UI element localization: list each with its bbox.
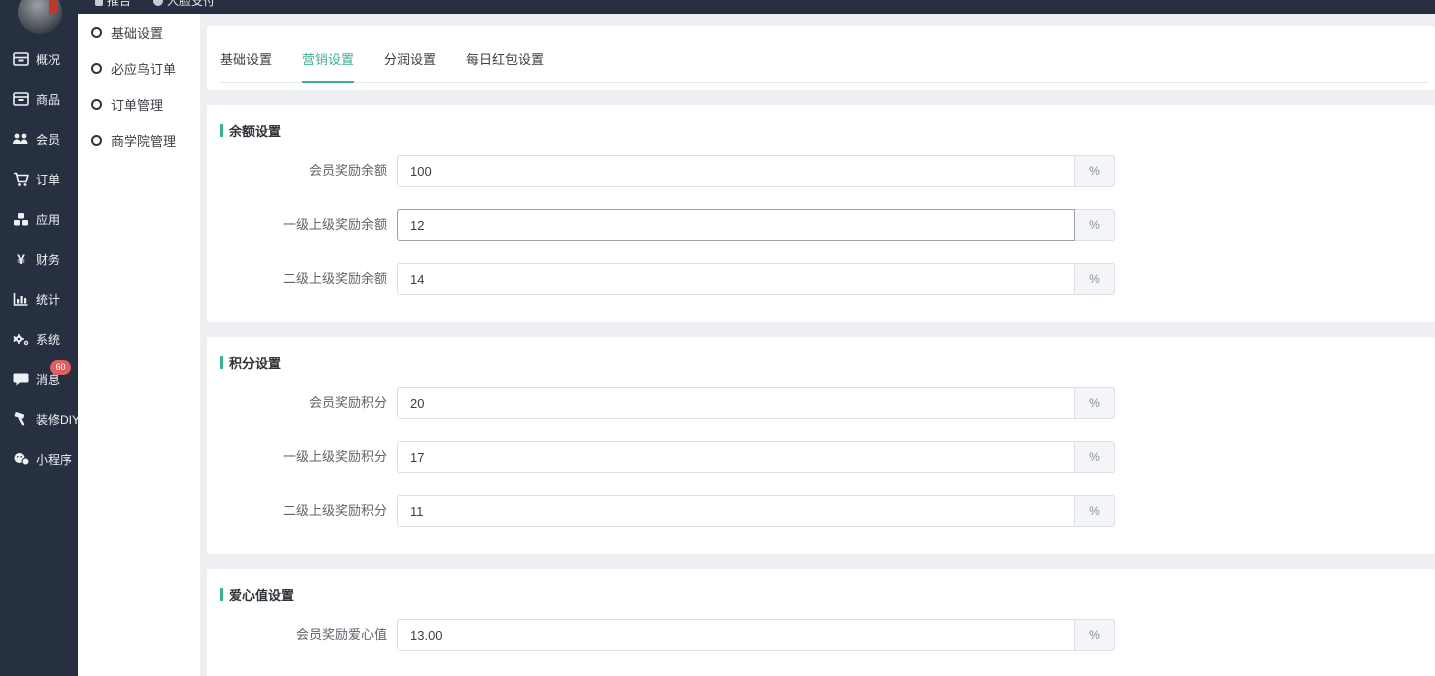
section-balance-settings: 余额设置 会员奖励余额 % 一级上级奖励余额 % 二级上级奖励余额 %: [207, 105, 1435, 322]
tab-marketing-settings[interactable]: 营销设置: [302, 49, 354, 83]
topbar-item-face-pay[interactable]: 人脸支付: [153, 0, 215, 10]
field-label: 二级上级奖励余额: [207, 263, 387, 295]
level2-reward-points-input[interactable]: [397, 495, 1075, 527]
field-label: 二级上级奖励积分: [207, 495, 387, 527]
percent-suffix: %: [1075, 387, 1115, 419]
percent-suffix: %: [1075, 209, 1115, 241]
submenu-item-label: 订单管理: [111, 95, 163, 114]
tabs-card: 基础设置 营销设置 分润设置 每日红包设置: [207, 26, 1435, 90]
members-icon: [12, 131, 30, 147]
circle-icon: [91, 99, 102, 110]
level1-reward-balance-input[interactable]: [397, 209, 1075, 241]
finance-icon: ¥: [12, 251, 30, 267]
sidebar-item-overview[interactable]: 概况: [0, 39, 78, 79]
field-label: 会员奖励爱心值: [207, 619, 387, 651]
user-avatar[interactable]: [18, 0, 62, 34]
orders-icon: [12, 171, 30, 187]
miniprogram-icon: [12, 451, 30, 467]
member-reward-love-input[interactable]: [397, 619, 1075, 651]
percent-suffix: %: [1075, 619, 1115, 651]
topbar-item-label: 人脸支付: [167, 0, 215, 10]
face-pay-icon: [153, 0, 163, 6]
submenu-item-label: 必应鸟订单: [111, 59, 176, 78]
sidebar-item-label: 系统: [36, 331, 60, 348]
submenu-item-bingbird-orders[interactable]: 必应鸟订单: [78, 50, 200, 86]
section-title: 爱心值设置: [229, 585, 294, 604]
circle-icon: [91, 63, 102, 74]
percent-suffix: %: [1075, 495, 1115, 527]
sidebar-item-label: 装修DIY: [36, 411, 80, 428]
pin-icon: [95, 0, 103, 6]
submenu-item-label: 商学院管理: [111, 131, 176, 150]
sidebar-item-orders[interactable]: 订单: [0, 159, 78, 199]
goods-icon: [12, 91, 30, 107]
tab-profit-settings[interactable]: 分润设置: [384, 49, 436, 83]
section-title: 余额设置: [229, 121, 281, 140]
sidebar-item-label: 应用: [36, 211, 60, 228]
topbar: 推台 人脸支付: [0, 0, 1435, 14]
sidebar-item-apps[interactable]: 应用: [0, 199, 78, 239]
submenu-item-basic-settings[interactable]: 基础设置: [78, 14, 200, 50]
section-title: 积分设置: [229, 353, 281, 372]
circle-icon: [91, 135, 102, 146]
overview-icon: [12, 51, 30, 67]
percent-suffix: %: [1075, 441, 1115, 473]
field-label: 一级上级奖励余额: [207, 209, 387, 241]
percent-suffix: %: [1075, 155, 1115, 187]
message-icon: [12, 371, 30, 387]
member-reward-balance-input[interactable]: [397, 155, 1075, 187]
tab-basic-settings[interactable]: 基础设置: [220, 49, 272, 83]
section-accent-bar: [220, 124, 223, 137]
topbar-item-promote[interactable]: 推台: [95, 0, 131, 10]
section-accent-bar: [220, 356, 223, 369]
stats-icon: [12, 291, 30, 307]
sidebar-item-system[interactable]: 系统: [0, 319, 78, 359]
sidebar-item-messages[interactable]: 消息 60: [0, 359, 78, 399]
sidebar-item-miniprogram[interactable]: 小程序: [0, 439, 78, 479]
settings-tabs: 基础设置 营销设置 分润设置 每日红包设置: [220, 26, 1428, 83]
sidebar-item-finance[interactable]: ¥ 财务: [0, 239, 78, 279]
field-label: 一级上级奖励积分: [207, 441, 387, 473]
percent-suffix: %: [1075, 263, 1115, 295]
submenu-item-academy-management[interactable]: 商学院管理: [78, 122, 200, 158]
sidebar-item-label: 统计: [36, 291, 60, 308]
sidebar-item-goods[interactable]: 商品: [0, 79, 78, 119]
topbar-item-label: 推台: [107, 0, 131, 10]
submenu-item-label: 基础设置: [111, 23, 163, 42]
sidebar-item-label: 订单: [36, 171, 60, 188]
section-love-value-settings: 爱心值设置 会员奖励爱心值 %: [207, 569, 1435, 676]
sidebar-item-diy[interactable]: 装修DIY: [0, 399, 78, 439]
sidebar-item-label: 概况: [36, 51, 60, 68]
sidebar-item-members[interactable]: 会员: [0, 119, 78, 159]
sidebar-item-label: 财务: [36, 251, 60, 268]
submenu-item-order-management[interactable]: 订单管理: [78, 86, 200, 122]
circle-icon: [91, 27, 102, 38]
apps-icon: [12, 211, 30, 227]
field-label: 会员奖励积分: [207, 387, 387, 419]
messages-count-badge: 60: [50, 360, 71, 375]
section-accent-bar: [220, 588, 223, 601]
sidebar-item-label: 商品: [36, 91, 60, 108]
sidebar-item-label: 小程序: [36, 451, 72, 468]
member-reward-points-input[interactable]: [397, 387, 1075, 419]
system-icon: [12, 331, 30, 347]
secondary-sidebar: 基础设置 必应鸟订单 订单管理 商学院管理: [78, 14, 200, 676]
level1-reward-points-input[interactable]: [397, 441, 1075, 473]
section-points-settings: 积分设置 会员奖励积分 % 一级上级奖励积分 % 二级上级奖励积分 %: [207, 337, 1435, 554]
main-content: 基础设置 营销设置 分润设置 每日红包设置 余额设置 会员奖励余额 % 一级上级…: [200, 14, 1435, 676]
level2-reward-balance-input[interactable]: [397, 263, 1075, 295]
sidebar-item-label: 会员: [36, 131, 60, 148]
field-label: 会员奖励余额: [207, 155, 387, 187]
primary-sidebar: 概况 商品 会员 订单 应用 ¥: [0, 0, 78, 676]
sidebar-item-stats[interactable]: 统计: [0, 279, 78, 319]
diy-icon: [12, 411, 30, 427]
tab-daily-redpacket-settings[interactable]: 每日红包设置: [466, 49, 544, 83]
